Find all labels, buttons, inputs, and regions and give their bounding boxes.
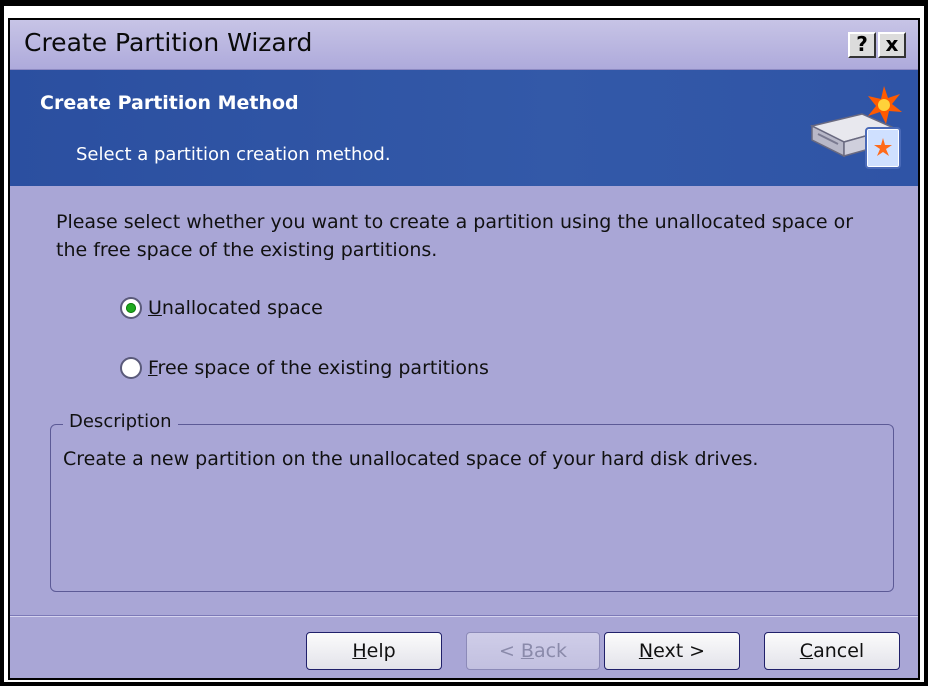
- wizard-header: Create Partition Method Select a partiti…: [10, 70, 918, 186]
- wizard-window: Create Partition Wizard ? x Create Parti…: [8, 18, 920, 680]
- description-legend: Description: [63, 411, 178, 432]
- help-question-button[interactable]: ?: [848, 32, 876, 58]
- cancel-button[interactable]: Cancel: [764, 632, 900, 670]
- button-separator: [10, 615, 918, 617]
- help-button[interactable]: Help: [306, 632, 442, 670]
- description-group: Description Create a new partition on th…: [50, 411, 894, 592]
- option-unallocated-space[interactable]: Unallocated space: [120, 293, 323, 323]
- question-icon: ?: [856, 32, 868, 56]
- option-free-space[interactable]: Free space of the existing partitions: [120, 353, 489, 383]
- disk-wizard-icon: [809, 86, 902, 169]
- next-button[interactable]: Next >: [604, 632, 740, 670]
- close-button[interactable]: x: [878, 32, 906, 58]
- close-icon: x: [885, 32, 899, 56]
- header-subtitle: Select a partition creation method.: [76, 144, 391, 165]
- top-border-line: [4, 4, 924, 6]
- intro-text: Please select whether you want to create…: [56, 211, 854, 261]
- window-title: Create Partition Wizard: [24, 28, 313, 57]
- header-title: Create Partition Method: [40, 92, 299, 114]
- title-bar: Create Partition Wizard ? x: [10, 20, 918, 70]
- radio-unallocated-selected[interactable]: [120, 297, 142, 319]
- option-unallocated-label: Unallocated space: [148, 297, 323, 319]
- back-button[interactable]: < Back: [466, 632, 600, 670]
- option-free-space-label: Free space of the existing partitions: [148, 357, 489, 379]
- radio-free-space[interactable]: [120, 357, 142, 379]
- description-text: Create a new partition on the unallocate…: [63, 448, 759, 470]
